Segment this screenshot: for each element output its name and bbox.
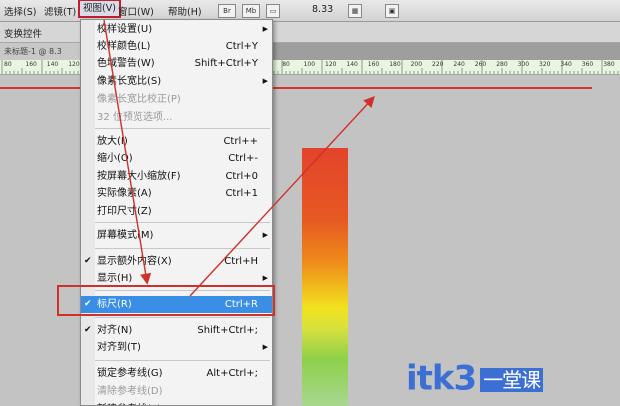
- ruler-number: 100: [303, 61, 316, 68]
- ruler-number: 320: [539, 61, 551, 68]
- menu-item-shortcut: Shift+Ctrl+;: [197, 325, 258, 336]
- watermark-suffix: 一堂课: [480, 368, 544, 392]
- menu-item-label: 对齐到(T): [97, 342, 141, 353]
- menu-item-shortcut: Ctrl++: [223, 136, 258, 147]
- menu-item[interactable]: 新建参考线(E)...: [81, 401, 272, 405]
- menu-item: 清除参考线(D): [81, 383, 272, 400]
- menu-item[interactable]: 实际像素(A) Ctrl+1: [81, 185, 272, 202]
- submenu-arrow-icon: ▶: [262, 25, 268, 33]
- view-menu-dropdown: 校样设置(U) ▶ 校样颜色(L) Ctrl+Y 色域警告(W) Shift+Ctrl+Y…: [80, 19, 273, 406]
- menu-item-label: 32 位预览选项...: [97, 112, 173, 123]
- ruler-number: 160: [367, 61, 380, 68]
- arrange-docs-icon[interactable]: ▦: [348, 4, 362, 18]
- menu-item-label: 像素长宽比校正(P): [97, 94, 181, 105]
- menu-item[interactable]: 按屏幕大小缩放(F) Ctrl+0: [81, 168, 272, 185]
- menu-separator: [95, 128, 270, 129]
- menu-item-label: 打印尺寸(Z): [97, 206, 152, 217]
- menu-item-label: 对齐(N): [97, 325, 133, 336]
- ruler-number: 220: [432, 61, 444, 68]
- ruler-number: 240: [453, 61, 465, 68]
- menu-item-label: 显示额外内容(X): [97, 256, 172, 267]
- ruler-number: 140: [46, 61, 59, 68]
- menu-item[interactable]: 像素长宽比(S) ▶: [81, 73, 272, 90]
- ruler-number: 340: [560, 61, 572, 68]
- mini-bridge-button[interactable]: Mb: [242, 4, 260, 18]
- menu-item-label: 屏幕模式(M): [97, 230, 154, 241]
- menu-item-label: 校样设置(U): [97, 24, 153, 35]
- ruler-number: 120: [68, 61, 80, 68]
- menu-item[interactable]: ✔ 显示额外内容(X) Ctrl+H: [81, 253, 272, 270]
- menu-separator: [95, 360, 270, 361]
- zoom-level[interactable]: 8.33: [312, 4, 333, 15]
- checkmark-icon: ✔: [84, 325, 92, 335]
- menu-item-shortcut: Ctrl+H: [224, 256, 258, 267]
- submenu-arrow-icon: ▶: [262, 231, 268, 239]
- menu-item[interactable]: 对齐到(T) ▶: [81, 339, 272, 356]
- menu-help[interactable]: 帮助(H): [168, 4, 202, 18]
- ruler-number: 280: [496, 61, 508, 68]
- menu-item-label: 按屏幕大小缩放(F): [97, 171, 181, 182]
- menu-item-label: 色域警告(W): [97, 58, 155, 69]
- menu-item[interactable]: 色域警告(W) Shift+Ctrl+Y: [81, 55, 272, 72]
- document-tab[interactable]: 未标题-1 @ 8.3: [0, 43, 80, 60]
- menu-select[interactable]: 选择(S): [4, 4, 36, 18]
- menu-item-label: 新建参考线(E)...: [97, 401, 171, 405]
- menu-filter[interactable]: 滤镜(T): [44, 4, 76, 18]
- menu-item-label: 锁定参考线(G): [97, 368, 163, 379]
- menu-item-shortcut: Ctrl+0: [225, 171, 258, 182]
- menu-item-label: 校样颜色(L): [97, 41, 151, 52]
- menu-item[interactable]: 打印尺寸(Z): [81, 203, 272, 220]
- menu-item[interactable]: 锁定参考线(G) Alt+Ctrl+;: [81, 365, 272, 382]
- bridge-button[interactable]: Br: [218, 4, 236, 18]
- ruler-number: 360: [581, 61, 594, 68]
- menu-item-shortcut: Ctrl+Y: [225, 41, 258, 52]
- ruler-number: 180: [389, 61, 401, 68]
- menu-window[interactable]: 窗口(W): [118, 4, 154, 18]
- ruler-number: 120: [325, 61, 337, 68]
- ruler-number: 140: [346, 61, 358, 68]
- menu-item-label: 缩小(O): [97, 153, 133, 164]
- menu-item[interactable]: 缩小(O) Ctrl+-: [81, 150, 272, 167]
- menu-separator: [95, 248, 270, 249]
- menu-item-label: 清除参考线(D): [97, 386, 163, 397]
- menu-item-shortcut: Alt+Ctrl+;: [206, 368, 258, 379]
- menu-item[interactable]: 校样颜色(L) Ctrl+Y: [81, 38, 272, 55]
- menu-item-shortcut: Ctrl+1: [225, 188, 258, 199]
- menu-item[interactable]: ✔ 对齐(N) Shift+Ctrl+;: [81, 322, 272, 339]
- ruler-number: 160: [25, 61, 37, 68]
- annotation-highlight-box: [57, 285, 275, 316]
- watermark-logo: itk3 一堂课: [406, 357, 544, 399]
- submenu-arrow-icon: ▶: [262, 77, 268, 85]
- view-extras-icon[interactable]: ▭: [266, 4, 280, 18]
- transform-controls-label: 变换控件: [4, 29, 43, 40]
- ruler-number: 80: [282, 61, 290, 68]
- ruler-number: 300: [517, 61, 530, 68]
- menu-item-shortcut: Ctrl+-: [228, 153, 258, 164]
- screen-mode-icon[interactable]: ▣: [385, 4, 399, 18]
- ruler-number: 200: [410, 61, 423, 68]
- menu-item-label: 实际像素(A): [97, 188, 152, 199]
- ruler-number: 380: [603, 61, 615, 68]
- menu-item: 像素长宽比校正(P): [81, 91, 272, 108]
- watermark-text: itk3: [406, 358, 477, 399]
- menu-separator: [95, 222, 270, 223]
- menu-separator: [95, 317, 270, 318]
- menu-view[interactable]: 视图(V): [78, 0, 121, 18]
- ruler-number: 80: [4, 61, 12, 68]
- menu-item[interactable]: 校样设置(U) ▶: [81, 21, 272, 38]
- menu-item: 32 位预览选项...: [81, 109, 272, 126]
- submenu-arrow-icon: ▶: [262, 343, 268, 351]
- checkmark-icon: ✔: [84, 256, 92, 266]
- ruler-number: 260: [474, 61, 487, 68]
- menu-item-label: 像素长宽比(S): [97, 76, 162, 87]
- gradient-rectangle: [302, 148, 348, 406]
- menu-item-label: 放大(I): [97, 136, 128, 147]
- menu-item[interactable]: 屏幕模式(M) ▶: [81, 227, 272, 244]
- menu-item[interactable]: 放大(I) Ctrl++: [81, 133, 272, 150]
- menu-item-shortcut: Shift+Ctrl+Y: [194, 58, 258, 69]
